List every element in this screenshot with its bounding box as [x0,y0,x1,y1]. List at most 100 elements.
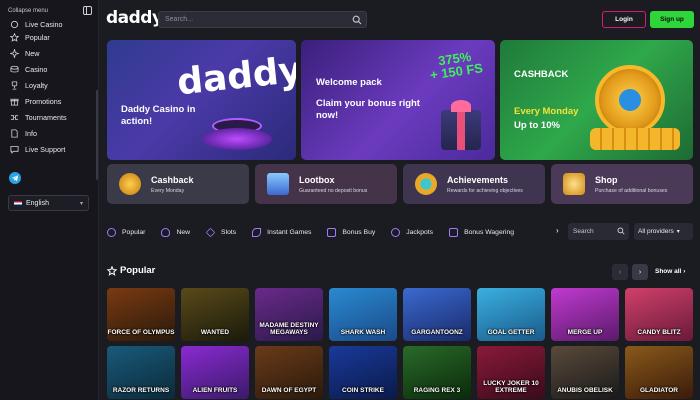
game-tile[interactable]: Shark Wash [329,288,397,341]
tab-jackpots[interactable]: Jackpots [391,227,434,237]
search-icon [352,15,362,25]
tile-subtitle: Guaranteed no deposit bonus [299,187,368,194]
tile-cashback[interactable]: Cashback Every Monday [107,164,249,204]
tile-lootbox[interactable]: Lootbox Guaranteed no deposit bonus [255,164,397,204]
game-tile[interactable]: Candy Blitz [625,288,693,341]
login-button[interactable]: Login [602,11,646,28]
sidebar-item-info[interactable]: Info [8,125,94,141]
game-tile[interactable]: Lucky Joker 10 Extreme [477,346,545,399]
banner-title: CASHBACK [514,69,569,80]
sidebar-item-label: Loyalty [25,80,48,90]
tab-instant-games[interactable]: Instant Games [252,227,311,237]
chevron-left-icon: ‹ [618,268,622,276]
game-tile[interactable]: Anubis Obelisk [551,346,619,399]
tile-achievements[interactable]: Achievements Rewards for achieving object… [403,164,545,204]
game-tile[interactable]: Wanted [181,288,249,341]
game-tile[interactable]: Coin Strike [329,346,397,399]
banner-welcome-pack[interactable]: 375% + 150 FS Welcome pack Claim your bo… [301,40,495,160]
sidebar-item-live-support[interactable]: Live Support [8,141,94,157]
daddy-big-logo: daddy [175,49,296,104]
game-tile[interactable]: Madame Destiny Megaways [255,288,323,341]
tab-label: Slots [221,228,237,236]
tile-subtitle: Rewards for achieving objectives [447,187,523,194]
game-title: Raging Rex 3 [413,387,461,394]
sidebar-nav: Live Casino Popular New Casino Loyalty P… [8,17,94,157]
collapse-menu-button[interactable] [83,6,92,15]
bonus-badge: 375% + 150 FS [427,48,484,83]
signup-button[interactable]: Sign up [650,11,694,28]
header: daddy Search... Login Sign up [100,0,700,38]
game-tile[interactable]: Razor Returns [107,346,175,399]
game-tile[interactable]: Raging Rex 3 [403,346,471,399]
game-title: Gargantoonz [411,329,463,336]
game-title: Force of Olympus [107,329,175,336]
gift-icon [8,96,20,106]
banner-text: Daddy Casino in action! [121,104,196,127]
wagering-icon [449,227,459,237]
sidebar-scrollbar[interactable] [96,90,98,180]
tile-title: Shop [595,174,618,185]
sidebar-item-new[interactable]: New [8,45,94,61]
sidebar: Collapse menu Live Casino Popular New Ca… [0,0,99,400]
tile-shop[interactable]: Shop Purchase of additional bonuses [551,164,693,204]
sidebar-item-label: Casino [25,64,48,74]
podium [202,128,272,150]
sidebar-item-label: Info [25,128,37,138]
tile-subtitle: Purchase of additional bonuses [595,187,668,194]
tab-bonus-wagering[interactable]: Bonus Wagering [449,227,515,237]
tab-bonus-buy[interactable]: Bonus Buy [327,227,375,237]
sidebar-item-casino[interactable]: Casino [8,61,94,77]
chevron-down-icon: ▾ [676,229,680,235]
game-title: Wanted [200,329,230,336]
sidebar-item-popular[interactable]: Popular [8,29,94,45]
tab-label: Jackpots [406,228,434,236]
sidebar-item-tournaments[interactable]: Tournaments [8,109,94,125]
game-tile[interactable]: Alien Fruits [181,346,249,399]
tab-label: Bonus Wagering [464,228,515,236]
banner-cashback[interactable]: CASHBACK Every Monday Up to 10% [500,40,693,160]
sidebar-item-live-casino[interactable]: Live Casino [8,17,94,29]
tile-title: Cashback [151,174,194,185]
next-page-button[interactable]: › [632,264,648,280]
game-title: Coin Strike [342,387,384,394]
tab-slots[interactable]: Slots [205,227,237,237]
game-title: Madame Destiny Megaways [259,322,319,336]
banner-daddy-casino[interactable]: daddy Daddy Casino in action! [107,40,296,160]
game-tile[interactable]: Goal Getter [477,288,545,341]
providers-label: All providers [638,228,674,235]
logo-text: daddy [106,8,163,28]
game-tile[interactable]: Merge Up [551,288,619,341]
game-tile[interactable]: Gladiator [625,346,693,399]
tab-new[interactable]: New [161,227,191,237]
rocket-icon [252,227,262,237]
chevron-right-icon[interactable]: › [556,226,559,235]
daddy-logo[interactable]: daddy [106,8,163,28]
language-selector[interactable]: English ▾ [8,195,89,211]
search-placeholder: Search... [165,16,194,23]
game-tile[interactable]: Dawn of Egypt [255,346,323,399]
tile-subtitle: Every Monday [151,187,185,194]
prev-page-button[interactable]: ‹ [612,264,628,280]
telegram-icon[interactable] [9,172,21,184]
sidebar-item-label: Live Casino [25,20,63,29]
banner-title: Welcome pack [316,77,382,88]
game-title: Candy Blitz [637,329,681,336]
sidebar-item-label: New [25,48,40,58]
sidebar-item-loyalty[interactable]: Loyalty [8,77,94,93]
game-tile[interactable]: Force of Olympus [107,288,175,341]
banner-amount: Up to 10% [514,120,560,131]
sidebar-item-promotions[interactable]: Promotions [8,93,94,109]
providers-dropdown[interactable]: All providers ▾ [634,223,693,240]
show-all-link[interactable]: Show all › [655,268,685,275]
tab-label: Popular [122,228,146,236]
game-search-input[interactable]: Search [568,223,629,240]
search-input[interactable]: Search... [158,11,367,28]
star-icon [107,265,117,276]
game-tile[interactable]: Gargantoonz [403,288,471,341]
tab-label: New [176,228,191,236]
uk-flag-icon [14,200,22,206]
tab-popular[interactable]: Popular [107,227,146,237]
banner-subtitle: Claim your bonus right now! [316,98,420,121]
document-icon [8,128,20,138]
sidebar-item-label: Live Support [25,144,66,154]
